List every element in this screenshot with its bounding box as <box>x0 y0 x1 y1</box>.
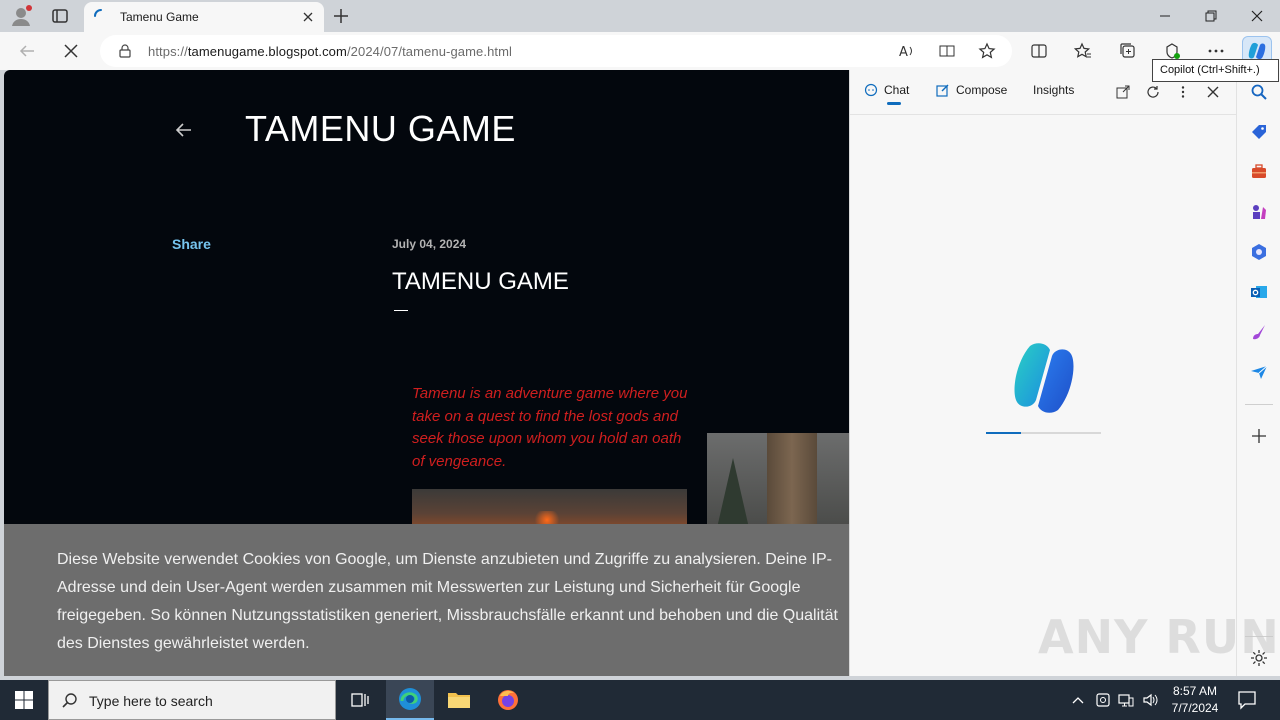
tab-compose[interactable]: Compose <box>936 83 1007 97</box>
read-aloud-icon[interactable]: A <box>897 41 917 61</box>
url-host: tamenugame.blogspot.com <box>187 44 347 59</box>
cookie-banner: Diese Website verwendet Cookies von Goog… <box>4 524 849 676</box>
tower-shape <box>767 433 817 528</box>
panel-divider <box>850 114 1237 115</box>
clock-time: 8:57 AM <box>1172 684 1218 698</box>
tab-compose-label: Compose <box>956 83 1008 97</box>
tab-chat-label: Chat <box>884 83 910 97</box>
post-date[interactable]: July 04, 2024 <box>392 237 466 251</box>
search-placeholder: Type here to search <box>89 693 213 709</box>
windows-start-icon[interactable] <box>0 680 48 720</box>
tab-actions-icon[interactable] <box>50 6 70 26</box>
share-link[interactable]: Share <box>172 236 211 252</box>
address-bar[interactable]: https://tamenugame.blogspot.com/2024/07/… <box>100 35 1012 67</box>
loading-spinner-icon <box>94 9 108 23</box>
restore-icon[interactable] <box>1188 0 1234 32</box>
tab-insights[interactable]: Insights <box>1033 83 1074 97</box>
file-explorer-icon[interactable] <box>435 680 483 720</box>
new-tab-icon[interactable] <box>332 7 350 25</box>
url-scheme: https:// <box>148 44 188 59</box>
add-icon[interactable] <box>1249 426 1269 446</box>
tab-title: Tamenu Game <box>120 10 199 24</box>
security-tray-icon[interactable] <box>1095 692 1111 708</box>
more-menu-icon[interactable] <box>1206 41 1226 61</box>
tools-briefcase-icon[interactable] <box>1249 162 1269 182</box>
back-arrow-icon[interactable] <box>174 120 194 140</box>
copilot-panel: Chat Compose Insights <box>849 70 1237 676</box>
post-title: TAMENU GAME <box>392 268 569 295</box>
tab-chat[interactable]: Chat <box>864 83 909 97</box>
search-icon[interactable] <box>1249 82 1269 102</box>
anyrun-watermark: ANY RUN <box>1038 610 1280 664</box>
compose-icon <box>936 84 949 97</box>
tree-shape <box>717 458 749 528</box>
web-page: TAMENU GAME Share July 04, 2024 TAMENU G… <box>4 70 849 676</box>
immersive-reader-icon[interactable] <box>937 41 957 61</box>
svg-text:A: A <box>899 45 908 60</box>
sidebar-divider <box>1245 404 1273 405</box>
close-window-icon[interactable] <box>1234 0 1280 32</box>
title-divider <box>394 310 408 311</box>
copilot-tooltip: Copilot (Ctrl+Shift+.) <box>1152 59 1279 82</box>
loading-progress-fill <box>986 432 1021 434</box>
stop-loading-icon[interactable] <box>61 41 81 61</box>
cookie-text: Diese Website verwendet Cookies von Goog… <box>57 551 838 652</box>
close-panel-icon[interactable] <box>1205 84 1221 100</box>
task-view-icon[interactable] <box>336 680 384 720</box>
browser-toolbar: https://tamenugame.blogspot.com/2024/07/… <box>0 32 1280 70</box>
copilot-logo-icon <box>1006 342 1082 414</box>
open-in-new-icon[interactable] <box>1115 84 1131 100</box>
tab-strip: Tamenu Game <box>0 0 1280 32</box>
firefox-icon[interactable] <box>484 680 532 720</box>
send-arrow-icon[interactable] <box>1249 362 1269 382</box>
game-screenshot-1[interactable] <box>412 489 687 529</box>
system-clock[interactable]: 8:57 AM 7/7/2024 <box>1160 683 1230 717</box>
active-tab-indicator <box>887 102 901 105</box>
volume-icon[interactable] <box>1142 692 1158 708</box>
favorites-icon[interactable] <box>1073 41 1093 61</box>
microsoft-365-icon[interactable] <box>1249 242 1269 262</box>
panel-more-icon[interactable] <box>1175 84 1191 100</box>
post-intro: Tamenu is an adventure game where you ta… <box>412 385 688 470</box>
close-tab-icon[interactable] <box>302 10 314 22</box>
outlook-icon[interactable] <box>1249 282 1269 302</box>
games-chess-icon[interactable] <box>1249 202 1269 222</box>
profile-icon[interactable] <box>10 5 32 27</box>
url-text[interactable]: https://tamenugame.blogspot.com/2024/07/… <box>148 44 512 59</box>
browser-essentials-icon[interactable] <box>1162 41 1182 61</box>
clock-date: 7/7/2024 <box>1171 701 1219 715</box>
windows-taskbar: Type here to search 8:57 AM 7/7/2024 <box>0 680 1280 720</box>
edge-taskbar-icon[interactable] <box>386 680 434 720</box>
game-screenshot-2[interactable] <box>707 433 849 528</box>
network-icon[interactable] <box>1118 692 1134 708</box>
shopping-tag-icon[interactable] <box>1249 122 1269 142</box>
chat-icon <box>864 83 878 97</box>
url-path: /2024/07/tamenu-game.html <box>346 44 513 59</box>
designer-icon[interactable] <box>1249 322 1269 342</box>
collections-icon[interactable] <box>1118 41 1138 61</box>
show-hidden-icons-icon[interactable] <box>1070 692 1086 708</box>
minimize-icon[interactable] <box>1142 0 1188 32</box>
browser-tab[interactable]: Tamenu Game <box>84 2 324 32</box>
blog-title[interactable]: TAMENU GAME <box>245 108 516 150</box>
taskbar-search-box[interactable]: Type here to search <box>48 680 336 720</box>
split-screen-icon[interactable] <box>1029 41 1049 61</box>
loading-progress-bar <box>986 432 1101 434</box>
magnifier-icon <box>61 692 79 710</box>
edge-sidebar <box>1236 70 1280 676</box>
lock-icon[interactable] <box>118 44 132 58</box>
tab-insights-label: Insights <box>1033 83 1075 97</box>
notifications-icon[interactable] <box>1236 690 1258 710</box>
favorite-star-icon[interactable] <box>977 41 997 61</box>
refresh-icon[interactable] <box>1145 84 1161 100</box>
back-icon[interactable] <box>17 41 37 61</box>
